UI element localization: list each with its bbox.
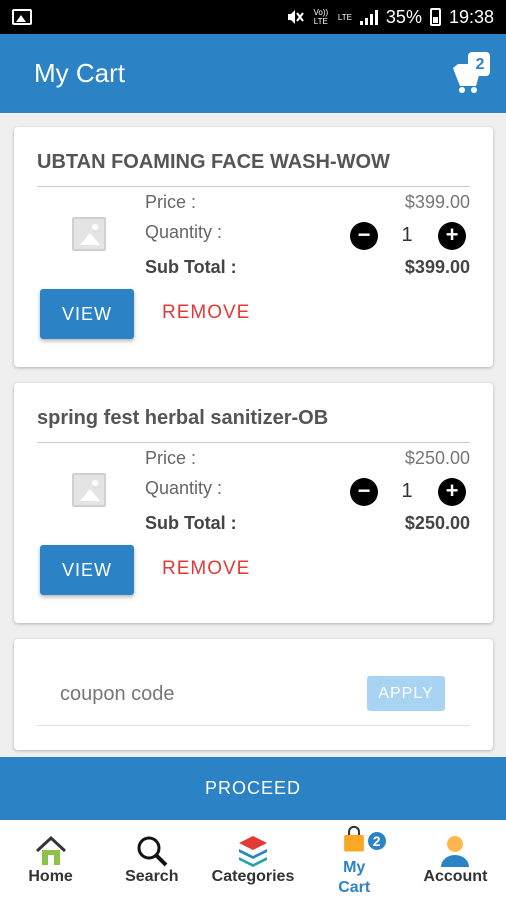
signal-icon <box>359 9 378 25</box>
status-bar: Vo)) LTE LTE 35% 19:38 <box>0 0 506 34</box>
coupon-code-input[interactable] <box>37 669 337 719</box>
nav-search[interactable]: Search <box>101 820 202 900</box>
nav-my-cart[interactable]: 2 My Cart <box>304 820 405 900</box>
nav-categories[interactable]: Categories <box>202 820 303 900</box>
clock: 19:38 <box>448 6 494 27</box>
coupon-card: APPLY <box>14 639 493 750</box>
nav-my-cart-label-line2: Cart <box>338 879 371 896</box>
nav-search-label: Search <box>125 868 179 885</box>
volte-indicator: Vo)) LTE <box>313 8 329 26</box>
apply-coupon-button[interactable]: APPLY <box>367 676 445 711</box>
nav-my-cart-label-line1: My <box>343 859 366 876</box>
nav-account-label: Account <box>423 868 488 885</box>
nav-home-label: Home <box>28 868 73 885</box>
nav-account[interactable]: Account <box>405 820 506 900</box>
price-label: Price : <box>145 192 197 212</box>
product-image-placeholder-icon[interactable] <box>72 473 106 507</box>
cart-button[interactable]: 2 <box>450 50 494 94</box>
page-title: My Cart <box>34 58 125 88</box>
price-label: Price : <box>145 448 197 468</box>
cart-item-card: UBTAN FOAMING FACE WASH-WOW Price : $399… <box>14 127 493 367</box>
subtotal-value: $250.00 <box>404 513 470 533</box>
remove-button[interactable]: REMOVE <box>162 302 250 324</box>
quantity-value: 1 <box>401 480 413 502</box>
divider <box>37 442 470 443</box>
subtotal-value: $399.00 <box>404 257 470 277</box>
subtotal-label: Sub Total : <box>145 257 237 277</box>
gallery-notification-icon <box>12 9 32 25</box>
search-icon <box>137 836 168 867</box>
quantity-label: Quantity : <box>145 222 223 242</box>
my-cart-badge: 2 <box>365 830 388 852</box>
price-value: $399.00 <box>404 192 470 212</box>
shopping-bag-icon <box>344 826 365 852</box>
bottom-navigation: Home Search Categories 2 My Cart Account <box>0 820 506 900</box>
home-icon <box>35 835 66 865</box>
lte-indicator: LTE <box>337 12 352 22</box>
battery-icon <box>429 8 441 26</box>
product-name: spring fest herbal sanitizer-OB <box>37 407 329 429</box>
quantity-value: 1 <box>401 224 413 246</box>
coupon-underline <box>37 725 470 726</box>
nav-home[interactable]: Home <box>0 820 101 900</box>
subtotal-label: Sub Total : <box>145 513 237 533</box>
cart-item-card: spring fest herbal sanitizer-OB Price : … <box>14 383 493 623</box>
divider <box>37 186 470 187</box>
decrease-quantity-button[interactable]: − <box>350 478 378 506</box>
increase-quantity-button[interactable]: + <box>438 222 466 250</box>
remove-button[interactable]: REMOVE <box>162 558 250 580</box>
product-image-placeholder-icon[interactable] <box>72 217 106 251</box>
price-value: $250.00 <box>404 448 470 468</box>
mute-icon <box>287 10 304 24</box>
view-button[interactable]: VIEW <box>40 289 134 339</box>
proceed-button[interactable]: PROCEED <box>0 757 506 820</box>
nav-categories-label: Categories <box>211 868 295 885</box>
nav-my-cart-label: My Cart <box>304 858 405 898</box>
quantity-label: Quantity : <box>145 478 223 498</box>
increase-quantity-button[interactable]: + <box>438 478 466 506</box>
cart-badge-count: 2 <box>475 56 485 73</box>
account-icon <box>441 836 470 867</box>
decrease-quantity-button[interactable]: − <box>350 222 378 250</box>
view-button[interactable]: VIEW <box>40 545 134 595</box>
app-bar: My Cart 2 <box>0 34 506 113</box>
layers-icon <box>239 836 267 867</box>
product-name: UBTAN FOAMING FACE WASH-WOW <box>37 151 390 173</box>
battery-percent: 35% <box>385 6 422 27</box>
